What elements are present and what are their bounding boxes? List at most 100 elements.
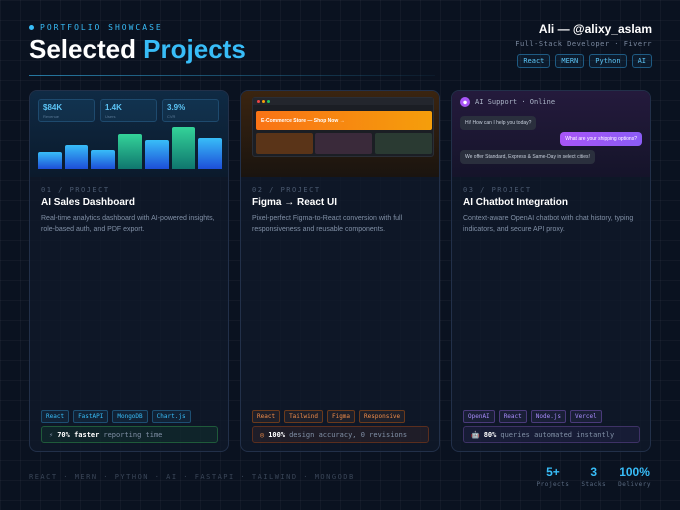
chat-preview: ● AI Support · Online Hi! How can I help… [452, 91, 650, 177]
eyebrow: PORTFOLIO SHOWCASE [29, 23, 163, 32]
product-block [315, 133, 372, 154]
stat-label: Delivery [618, 481, 651, 488]
close-dot-icon [257, 100, 260, 103]
product-block [256, 133, 313, 154]
bot-avatar-icon: ● [460, 97, 470, 107]
metric-text: queries automated instantly [500, 430, 615, 439]
chart-bar [38, 151, 62, 169]
stat-value: 1.4K [105, 103, 122, 112]
card-description: Real-time analytics dashboard with AI-po… [41, 215, 215, 233]
card-title: Figma → React UI [252, 197, 338, 208]
chat-message-bot: Hi! How can I help you today? [460, 116, 537, 130]
bar-chart [38, 121, 222, 169]
card-title: AI Chatbot Integration [463, 197, 568, 208]
footer-stats: 5+ Projects 3 Stacks 100% Delivery [537, 465, 652, 488]
result-metric: 🤖 80% queries automated instantly [463, 426, 640, 443]
footer-stat: 5+ Projects [537, 465, 570, 488]
tech-tag: Tailwind [284, 410, 323, 423]
browser-preview: E-Commerce Store — Shop Now → [241, 91, 439, 177]
metric-text: reporting time [103, 430, 163, 439]
profile-tags: React MERN Python AI [515, 54, 652, 68]
chart-bar [171, 126, 196, 169]
maximize-dot-icon [267, 100, 270, 103]
metric-value: 100% [268, 430, 286, 439]
tech-tag: Figma [326, 410, 356, 423]
dashboard-preview: $84K Revenue 1.4K Users 3.9% CVR [30, 91, 228, 177]
card-number: 03 / PROJECT [463, 186, 532, 194]
stat-value: 5+ [546, 465, 560, 479]
tech-tags: OpenAI React Node.js Vercel [463, 410, 602, 423]
chart-bar [198, 138, 222, 169]
footer-tech-stack: REACT · MERN · PYTHON · AI · FASTAPI · T… [29, 473, 355, 481]
tech-tag: React [252, 410, 281, 423]
chart-bar [91, 149, 116, 169]
card-title: AI Sales Dashboard [41, 197, 135, 208]
tech-tag: Responsive [359, 410, 406, 423]
footer-stat: 100% Delivery [618, 465, 651, 488]
stat-card: 1.4K Users [100, 99, 157, 122]
chart-bar [118, 133, 142, 169]
tech-tag: Node.js [530, 410, 567, 423]
browser-window: E-Commerce Store — Shop Now → [252, 97, 434, 157]
stat-card: 3.9% CVR [162, 99, 219, 122]
tech-tag: FastAPI [73, 410, 109, 423]
footer-stat: 3 Stacks [581, 465, 606, 488]
stat-value: $84K [43, 103, 63, 112]
metric-value: 80% [483, 430, 497, 439]
chat-title: AI Support · Online [475, 98, 556, 106]
chart-bar [64, 145, 89, 169]
profile-subtitle: Full-Stack Developer · Fiverr [515, 40, 652, 48]
project-card-chatbot[interactable]: ● AI Support · Online Hi! How can I help… [451, 90, 651, 452]
chat-message-bot: We offer Standard, Express & Same-Day in… [460, 150, 595, 164]
lightning-icon: ⚡ [49, 430, 54, 439]
profile-name: Ali — @alixy_aslam [538, 22, 652, 36]
profile-tag: AI [631, 54, 652, 68]
metric-text: design accuracy, 0 revisions [289, 430, 408, 439]
chat-header: ● AI Support · Online [460, 97, 555, 107]
dot-icon [29, 25, 34, 30]
target-icon: ◎ [260, 430, 265, 439]
stat-label: Revenue [43, 114, 60, 119]
stat-value: 3 [590, 465, 598, 479]
profile-tag: MERN [555, 54, 585, 68]
store-banner: E-Commerce Store — Shop Now → [256, 111, 432, 130]
card-number: 02 / PROJECT [252, 186, 321, 194]
card-number: 01 / PROJECT [41, 186, 110, 194]
tech-tag: Vercel [570, 410, 602, 423]
header: PORTFOLIO SHOWCASE Selected Projects Ali… [29, 20, 652, 80]
metric-value: 70% faster [57, 430, 100, 439]
stat-value: 3.9% [167, 103, 186, 112]
tech-tag: OpenAI [463, 410, 495, 423]
eyebrow-text: PORTFOLIO SHOWCASE [40, 23, 163, 32]
tech-tags: React Tailwind Figma Responsive [252, 410, 406, 423]
chat-message-user: What are your shipping options? [560, 132, 642, 146]
card-description: Pixel-perfect Figma-to-React conversion … [252, 215, 403, 233]
minimize-dot-icon [262, 100, 265, 103]
product-block [375, 133, 432, 154]
project-card-sales-dashboard[interactable]: $84K Revenue 1.4K Users 3.9% CVR 01 / PR… [29, 90, 229, 452]
tech-tag: React [498, 410, 527, 423]
chart-bar [144, 140, 169, 169]
tech-tag: Chart.js [151, 410, 191, 423]
profile-tag: React [517, 54, 551, 68]
title-main: Selected [29, 34, 144, 64]
title-accent: Projects [143, 34, 246, 64]
stat-card: $84K Revenue [38, 99, 95, 122]
project-card-figma-react[interactable]: E-Commerce Store — Shop Now → 02 / PROJE… [240, 90, 440, 452]
result-metric: ◎ 100% design accuracy, 0 revisions [252, 426, 429, 443]
tech-tag: React [41, 410, 70, 423]
profile: Ali — @alixy_aslam Full-Stack Developer … [515, 22, 652, 68]
header-divider [29, 75, 435, 76]
tech-tags: React FastAPI MongoDB Chart.js [41, 410, 191, 423]
browser-toolbar [253, 98, 433, 105]
stat-value: 100% [619, 465, 650, 479]
stat-label: Stacks [581, 481, 607, 488]
stat-label: Users [105, 114, 116, 119]
card-description: Context-aware OpenAI chatbot with chat h… [463, 215, 634, 233]
page-title: Selected Projects [29, 34, 246, 65]
tech-tag: MongoDB [112, 410, 148, 423]
stat-label: CVR [167, 114, 176, 119]
robot-icon: 🤖 [471, 430, 480, 439]
stat-label: Projects [536, 481, 570, 488]
profile-tag: Python [589, 54, 627, 68]
